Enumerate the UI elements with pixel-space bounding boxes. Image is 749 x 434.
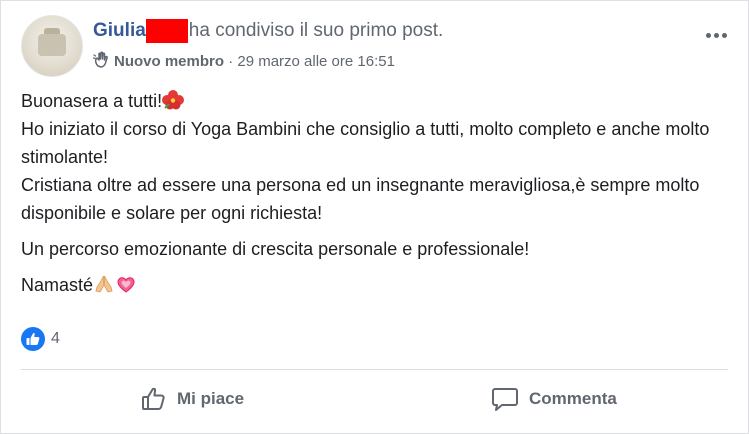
- post-meta: Nuovo membro · 29 marzo alle ore 16:51: [92, 51, 395, 72]
- post-card: Giulia ha condiviso il suo primo post. Nu…: [0, 0, 749, 434]
- post-text-line: Cristiana oltre ad essere una persona ed…: [21, 175, 700, 223]
- author-name[interactable]: Giulia: [93, 20, 146, 41]
- like-button[interactable]: Mi piace: [141, 379, 244, 419]
- post-header: Giulia ha condiviso il suo primo post. Nu…: [21, 15, 728, 77]
- dot-icon: [706, 33, 711, 38]
- post-text-line: Buonasera a tutti!: [21, 91, 163, 111]
- post-actions-bar: Mi piace Commenta: [21, 379, 728, 419]
- post-action-text: ha condiviso il suo primo post.: [188, 20, 444, 41]
- post-paragraph: Namasté: [21, 271, 728, 299]
- post-text-line: Namasté: [21, 275, 94, 295]
- dot-icon: [714, 33, 719, 38]
- comment-bubble-icon: [492, 388, 518, 411]
- hibiscus-emoji-icon: [162, 90, 185, 110]
- dot-icon: [722, 33, 727, 38]
- post-text-line: Un percorso emozionante di crescita pers…: [21, 239, 530, 259]
- post-text-line: Ho iniziato il corso di Yoga Bambini che…: [21, 119, 710, 167]
- comment-button-label: Commenta: [529, 389, 617, 408]
- praying-hands-emoji-icon: [93, 274, 115, 294]
- post-title-line: Giulia ha condiviso il suo primo post.: [93, 19, 443, 43]
- avatar[interactable]: [21, 15, 83, 77]
- new-member-hand-icon: [92, 51, 111, 69]
- action-divider: [21, 369, 728, 370]
- post-paragraph: Un percorso emozionante di crescita pers…: [21, 235, 728, 263]
- post-timestamp[interactable]: · 29 marzo alle ore 16:51: [228, 53, 395, 70]
- more-options-button[interactable]: [706, 25, 734, 39]
- comment-button[interactable]: Commenta: [491, 379, 617, 419]
- post-paragraph: Buonasera a tutti! Ho iniziato il corso …: [21, 87, 728, 227]
- sparkling-heart-emoji-icon: [115, 274, 137, 294]
- avatar-photo-detail: [38, 34, 66, 56]
- reactions-count: 4: [51, 330, 60, 347]
- post-body: Buonasera a tutti! Ho iniziato il corso …: [21, 87, 728, 307]
- redaction-block: [145, 19, 188, 43]
- new-member-badge: Nuovo membro: [114, 53, 225, 70]
- like-reaction-icon: [21, 327, 45, 351]
- reactions-summary[interactable]: 4: [21, 327, 60, 351]
- like-button-label: Mi piace: [177, 389, 245, 408]
- thumbs-up-icon: [142, 387, 165, 410]
